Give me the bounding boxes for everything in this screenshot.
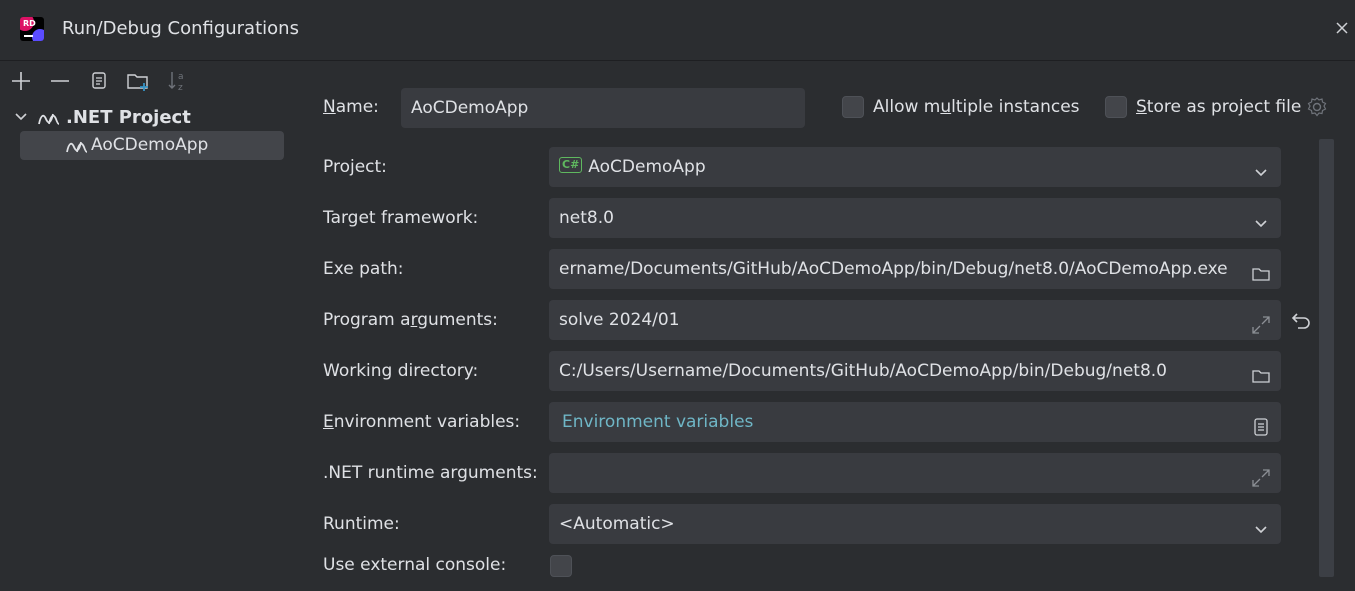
title-bar: RD Run/Debug Configurations xyxy=(0,0,1355,61)
runtime-arguments-label: .NET runtime arguments: xyxy=(323,463,538,483)
allow-multiple-instances-checkbox[interactable] xyxy=(842,96,864,118)
project-select[interactable]: C# AoCDemoApp xyxy=(549,147,1281,187)
dotnet-icon xyxy=(66,139,88,159)
tree-item-label: AoCDemoApp xyxy=(91,135,209,155)
external-console-label: Use external console: xyxy=(323,555,507,575)
working-directory-input[interactable]: C:/Users/Username/Documents/GitHub/AoCDe… xyxy=(549,351,1281,391)
csharp-project-icon: C# xyxy=(559,157,583,173)
external-console-checkbox[interactable] xyxy=(550,555,572,577)
svg-text:a: a xyxy=(178,72,184,82)
rider-logo-icon: RD xyxy=(20,17,44,41)
project-label: Project: xyxy=(323,157,387,177)
document-icon[interactable] xyxy=(1251,412,1271,436)
gear-icon[interactable] xyxy=(1306,96,1328,118)
configuration-form: Name: AoCDemoApp Allow multiple instance… xyxy=(302,62,1355,591)
tree-node-label: .NET Project xyxy=(66,107,191,128)
expand-icon[interactable] xyxy=(1251,463,1271,487)
copy-icon[interactable] xyxy=(86,68,112,94)
chevron-down-icon[interactable] xyxy=(1251,157,1271,177)
store-as-project-file-label: Store as project file xyxy=(1136,97,1302,117)
runtime-arguments-input[interactable] xyxy=(549,453,1281,493)
close-icon[interactable] xyxy=(1332,20,1352,40)
store-as-project-file-checkbox[interactable] xyxy=(1105,96,1127,118)
configuration-tree-pane: az .NET Project AoCDemoApp xyxy=(0,62,302,591)
tree-toolbar: az xyxy=(0,62,302,100)
folder-icon[interactable] xyxy=(1251,259,1271,281)
working-directory-label: Working directory: xyxy=(323,361,479,381)
add-icon[interactable] xyxy=(8,68,34,94)
svg-text:z: z xyxy=(178,83,183,93)
target-framework-label: Target framework: xyxy=(323,208,479,228)
exe-path-label: Exe path: xyxy=(323,259,404,279)
program-arguments-input[interactable]: solve 2024/01 xyxy=(549,300,1281,340)
new-folder-icon[interactable] xyxy=(125,68,151,94)
runtime-select[interactable]: <Automatic> xyxy=(549,504,1281,544)
remove-icon[interactable] xyxy=(47,68,73,94)
environment-variables-input[interactable]: Environment variables xyxy=(549,402,1281,442)
runtime-label: Runtime: xyxy=(323,514,400,534)
window-title: Run/Debug Configurations xyxy=(62,18,299,39)
name-input[interactable]: AoCDemoApp xyxy=(401,88,805,128)
reset-icon[interactable] xyxy=(1290,310,1312,332)
target-framework-select[interactable]: net8.0 xyxy=(549,198,1281,238)
expand-icon[interactable] xyxy=(1251,310,1271,334)
exe-path-input[interactable]: ername/Documents/GitHub/AoCDemoApp/bin/D… xyxy=(549,249,1281,289)
scrollbar[interactable] xyxy=(1319,139,1334,577)
configuration-tree: .NET Project AoCDemoApp xyxy=(0,100,302,591)
chevron-down-icon[interactable] xyxy=(12,108,30,126)
chevron-down-icon[interactable] xyxy=(1251,514,1271,534)
environment-variables-label: Environment variables: xyxy=(323,412,521,432)
chevron-down-icon[interactable] xyxy=(1251,208,1271,228)
allow-multiple-instances-label: Allow multiple instances xyxy=(873,97,1080,117)
tree-node-dotnet-project[interactable]: .NET Project xyxy=(8,104,298,132)
sort-az-icon[interactable]: az xyxy=(165,68,191,94)
program-arguments-label: Program arguments: xyxy=(323,310,498,330)
dotnet-icon xyxy=(38,111,60,131)
folder-icon[interactable] xyxy=(1251,361,1271,383)
name-label: Name: xyxy=(323,97,379,117)
